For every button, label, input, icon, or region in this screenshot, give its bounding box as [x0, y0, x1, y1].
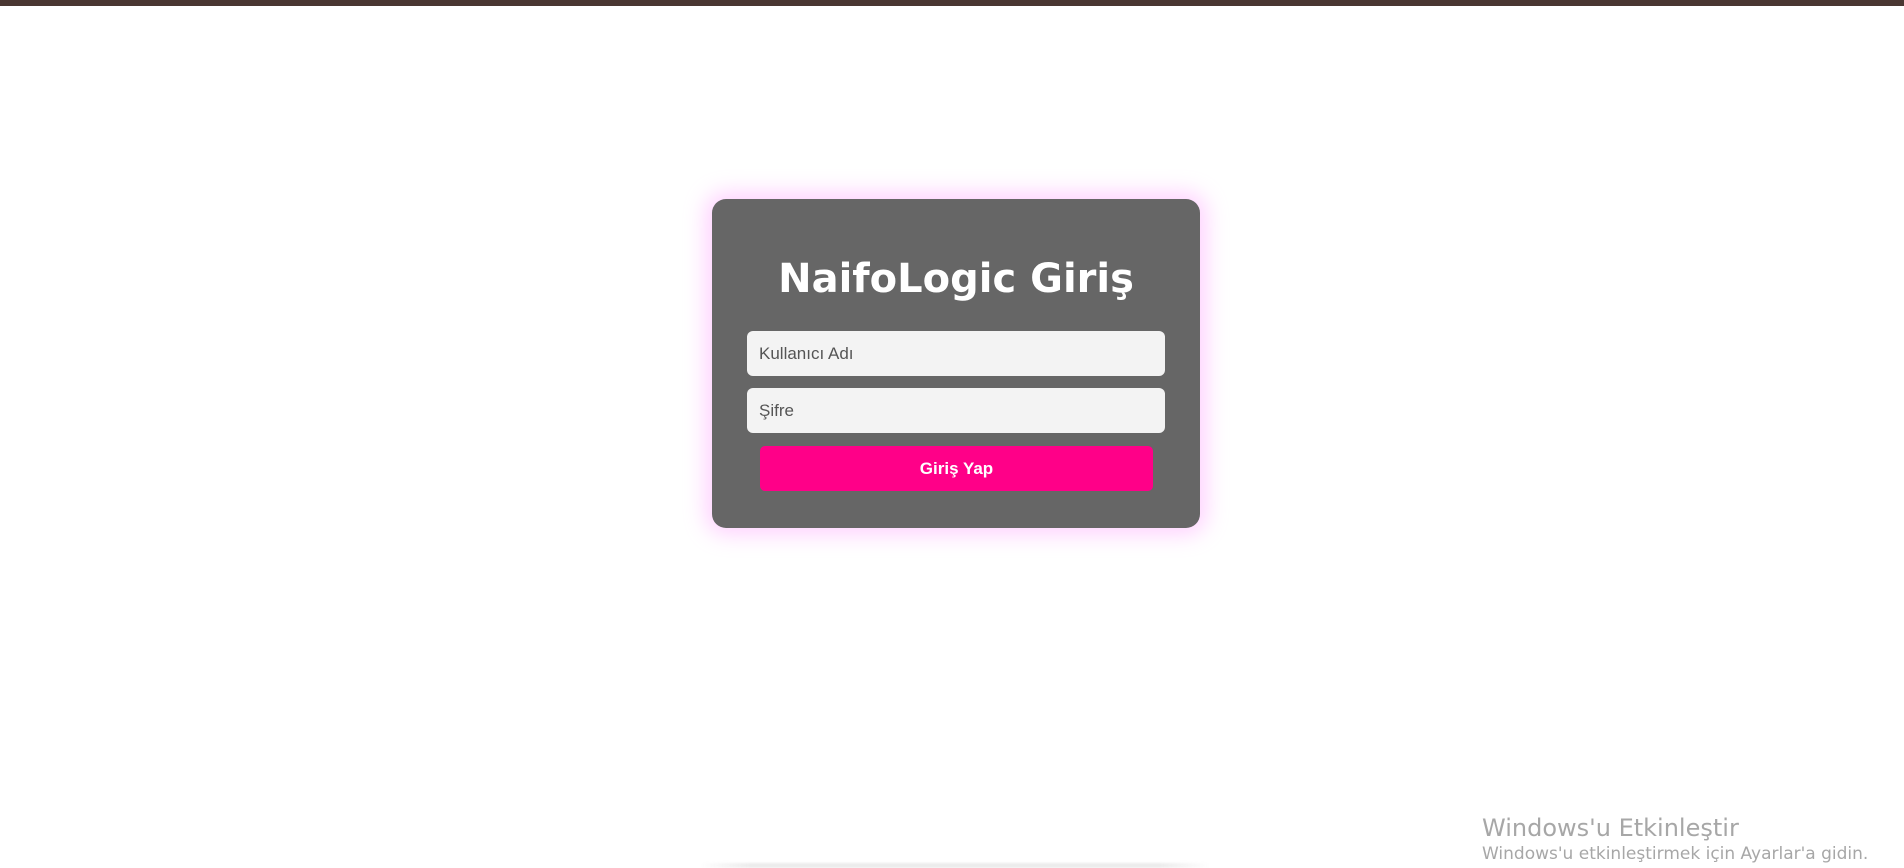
login-button[interactable]: Giriş Yap: [760, 446, 1153, 491]
password-input[interactable]: [747, 388, 1165, 433]
activation-title: Windows'u Etkinleştir: [1482, 814, 1739, 842]
login-title: NaifoLogic Giriş: [778, 256, 1134, 302]
login-card: NaifoLogic Giriş Giriş Yap: [712, 199, 1200, 528]
windows-activation-watermark: Windows'u Etkinleştir Windows'u etkinleş…: [1482, 813, 1868, 865]
username-input[interactable]: [747, 331, 1165, 376]
activation-subtitle: Windows'u etkinleştirmek için Ayarlar'a …: [1482, 844, 1869, 864]
bottom-shadow: [700, 863, 1210, 868]
top-bar: [0, 0, 1904, 6]
